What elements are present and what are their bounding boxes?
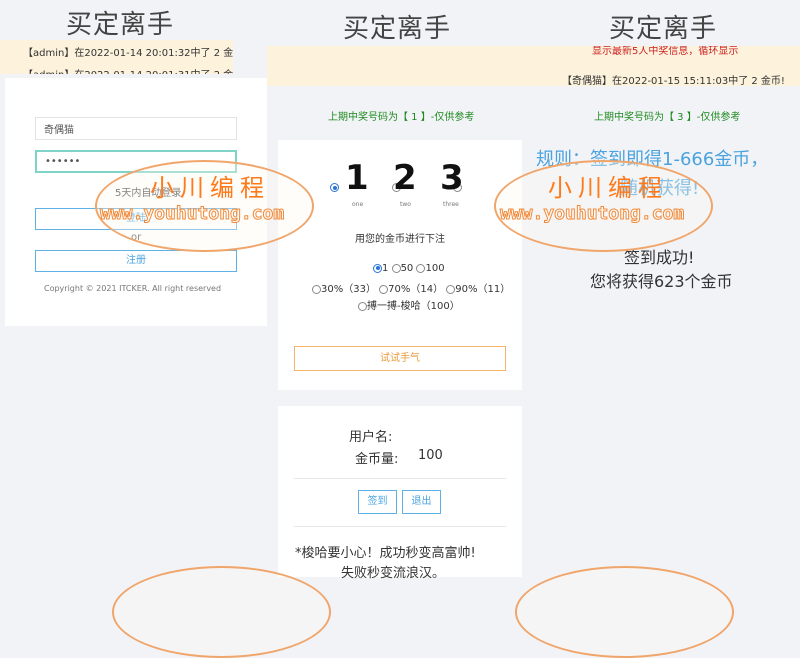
number-1-label: one <box>352 201 364 208</box>
watermark-oval-partial <box>515 566 734 658</box>
amount-label: 1 <box>382 263 389 274</box>
watermark-logo-text: 小川编程 <box>150 174 270 202</box>
amount-radio-50[interactable] <box>391 263 401 273</box>
marquee-notice: 显示最新5人中奖信息，循环显示 <box>592 46 739 57</box>
warning-line-1: *梭哈要小心！成功秒变高富帅! <box>295 546 476 561</box>
divider <box>294 526 506 527</box>
bet-panel: 1 one 2 two 3 three 用您的金币进行下注 1 50 100 3… <box>278 140 522 390</box>
try-luck-button[interactable]: 试试手气 <box>294 346 506 371</box>
register-button[interactable]: 注册 <box>35 250 237 272</box>
username-input[interactable] <box>35 117 237 140</box>
number-3-label: three <box>443 201 459 208</box>
watermark-logo-text: 小川编程 <box>548 174 668 202</box>
bet-hint: 用您的金币进行下注 <box>355 234 445 245</box>
marquee-line: 【admin】在2022-01-14 20:01:31中了 2 金币! <box>23 66 233 74</box>
username-label: 用户名: <box>349 430 393 445</box>
number-radio-1[interactable] <box>330 183 339 192</box>
left-column-title: 买定离手 <box>66 10 175 40</box>
amount-radio-1[interactable] <box>373 263 382 273</box>
watermark-url: www.youhutong.com <box>499 203 685 225</box>
amount-label: 100 <box>425 263 445 274</box>
gamble-option: 搏一搏-梭哈（100） <box>358 297 460 312</box>
last-winning-number-right: 上期中奖号码为【 3 】-仅供参考 <box>594 112 741 123</box>
odds-label: 30%（33） <box>321 284 376 295</box>
gamble-radio[interactable] <box>358 301 367 311</box>
watermark-oval-partial <box>112 566 331 658</box>
odds-radio-30[interactable] <box>312 284 321 294</box>
odds-options: 30%（33） 70%（14） 90%（11） <box>312 280 510 295</box>
right-column-title: 买定离手 <box>609 14 718 44</box>
odds-radio-90[interactable] <box>446 284 456 294</box>
amount-options: 1 50 100 <box>373 263 445 274</box>
odds-label: 70%（14） <box>388 284 444 295</box>
checkin-success-line-2: 您将获得623个金币 <box>590 272 733 291</box>
amount-radio-100[interactable] <box>416 263 426 273</box>
number-2-digit: 2 <box>393 158 417 198</box>
number-2-label: two <box>400 201 411 208</box>
last-winning-number: 上期中奖号码为【 1 】-仅供参考 <box>328 112 475 123</box>
watermark-url: www.youhutong.com <box>99 203 285 225</box>
account-panel: 用户名: 金币量: 100 签到 退出 *梭哈要小心！成功秒变高富帅! 失败秒变… <box>278 406 522 581</box>
marquee-line: 【admin】在2022-01-14 20:01:32中了 2 金币! <box>23 48 233 59</box>
odds-radio-70[interactable] <box>379 284 389 294</box>
amount-label: 50 <box>400 263 414 274</box>
number-1-digit: 1 <box>345 158 369 198</box>
winner-marquee-right: 显示最新5人中奖信息，循环显示 【奇偶猫】在2022-01-15 15:11:0… <box>267 46 800 86</box>
odds-label: 90%（11） <box>455 284 511 295</box>
coins-label: 金币量: <box>355 452 399 467</box>
copyright-text: Copyright © 2021 ITCKER. All right reser… <box>44 284 222 293</box>
number-3-digit: 3 <box>440 158 464 198</box>
coins-value: 100 <box>418 448 443 463</box>
warning-line-2: 失败秒变流浪汉。 <box>341 566 446 581</box>
gamble-label: 搏一搏-梭哈（100） <box>367 301 460 312</box>
mid-column-title: 买定离手 <box>343 14 452 44</box>
marquee-line: 【奇偶猫】在2022-01-15 15:11:03中了 2 金币! <box>562 76 785 86</box>
checkin-button[interactable]: 签到 <box>358 490 397 514</box>
winner-marquee-left: 【admin】在2022-01-14 20:01:32中了 2 金币! 【adm… <box>0 40 233 74</box>
divider <box>294 478 506 479</box>
logout-button[interactable]: 退出 <box>402 490 441 514</box>
